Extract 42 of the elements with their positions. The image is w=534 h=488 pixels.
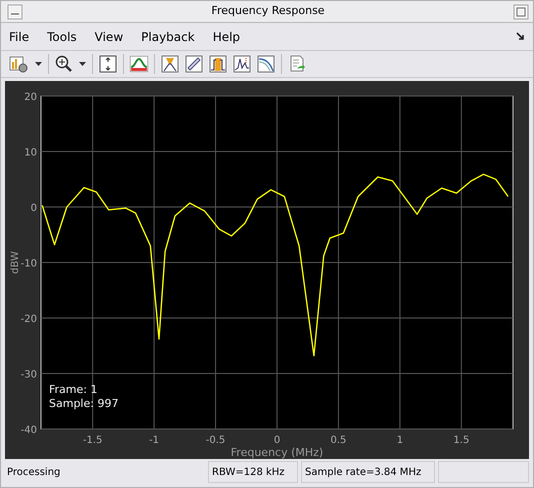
x-tick-label: 1 [396,435,404,446]
y-tick-label: -20 [20,314,37,325]
maximize-icon[interactable] [513,4,529,20]
status-field: RBW=128 kHz [208,461,298,483]
scale-axes-icon[interactable] [99,55,117,73]
menu-item[interactable]: File [9,28,30,46]
x-tick-label: -0.5 [206,435,226,446]
y-tick-label: -30 [20,370,37,380]
peak-marker-icon[interactable] [161,55,179,73]
window-title: Frequency Response [210,3,326,20]
y-tick-label: 0 [30,203,37,214]
status-field: Sample rate=3.84 MHz [301,461,435,483]
x-tick-label: 1.5 [453,435,470,446]
window-menu-icon[interactable] [7,4,23,20]
menu-item[interactable]: Playback [141,28,195,46]
y-tick-label: -10 [20,258,37,270]
x-tick-label: -1 [149,435,160,446]
plot-overlay-text: Sample: 997 [49,397,118,410]
x-tick-label: -1.5 [82,435,102,446]
chart-settings-icon[interactable] [9,55,29,73]
menu-item[interactable]: View [94,28,124,46]
caret-icon[interactable] [35,62,42,66]
channel-bars-icon[interactable] [209,55,227,73]
curve-chart-icon[interactable] [257,55,275,73]
menu-item[interactable]: Tools [47,28,77,46]
dock-arrow-icon[interactable] [516,32,525,41]
zoom-in-icon[interactable] [55,55,73,73]
menu-item[interactable]: Help [212,28,240,46]
x-axis-label: Frequency (MHz) [230,446,324,459]
y-tick-label: 10 [24,148,37,158]
caret-icon[interactable] [79,62,86,66]
spectrum-icon[interactable] [130,56,148,72]
x-tick-label: 0.5 [330,435,346,446]
y-tick-label: 20 [24,92,37,103]
y-tick-label: -40 [20,425,37,436]
x-tick-label: 0 [274,435,280,446]
status-text: Processing [6,466,62,480]
ruler-icon[interactable] [185,55,203,73]
y-axis-label: dBW [10,251,21,274]
export-document-icon[interactable] [288,55,306,73]
spectrum-peaks-icon[interactable] [233,55,251,73]
plot-overlay-text: Frame: 1 [49,383,98,396]
